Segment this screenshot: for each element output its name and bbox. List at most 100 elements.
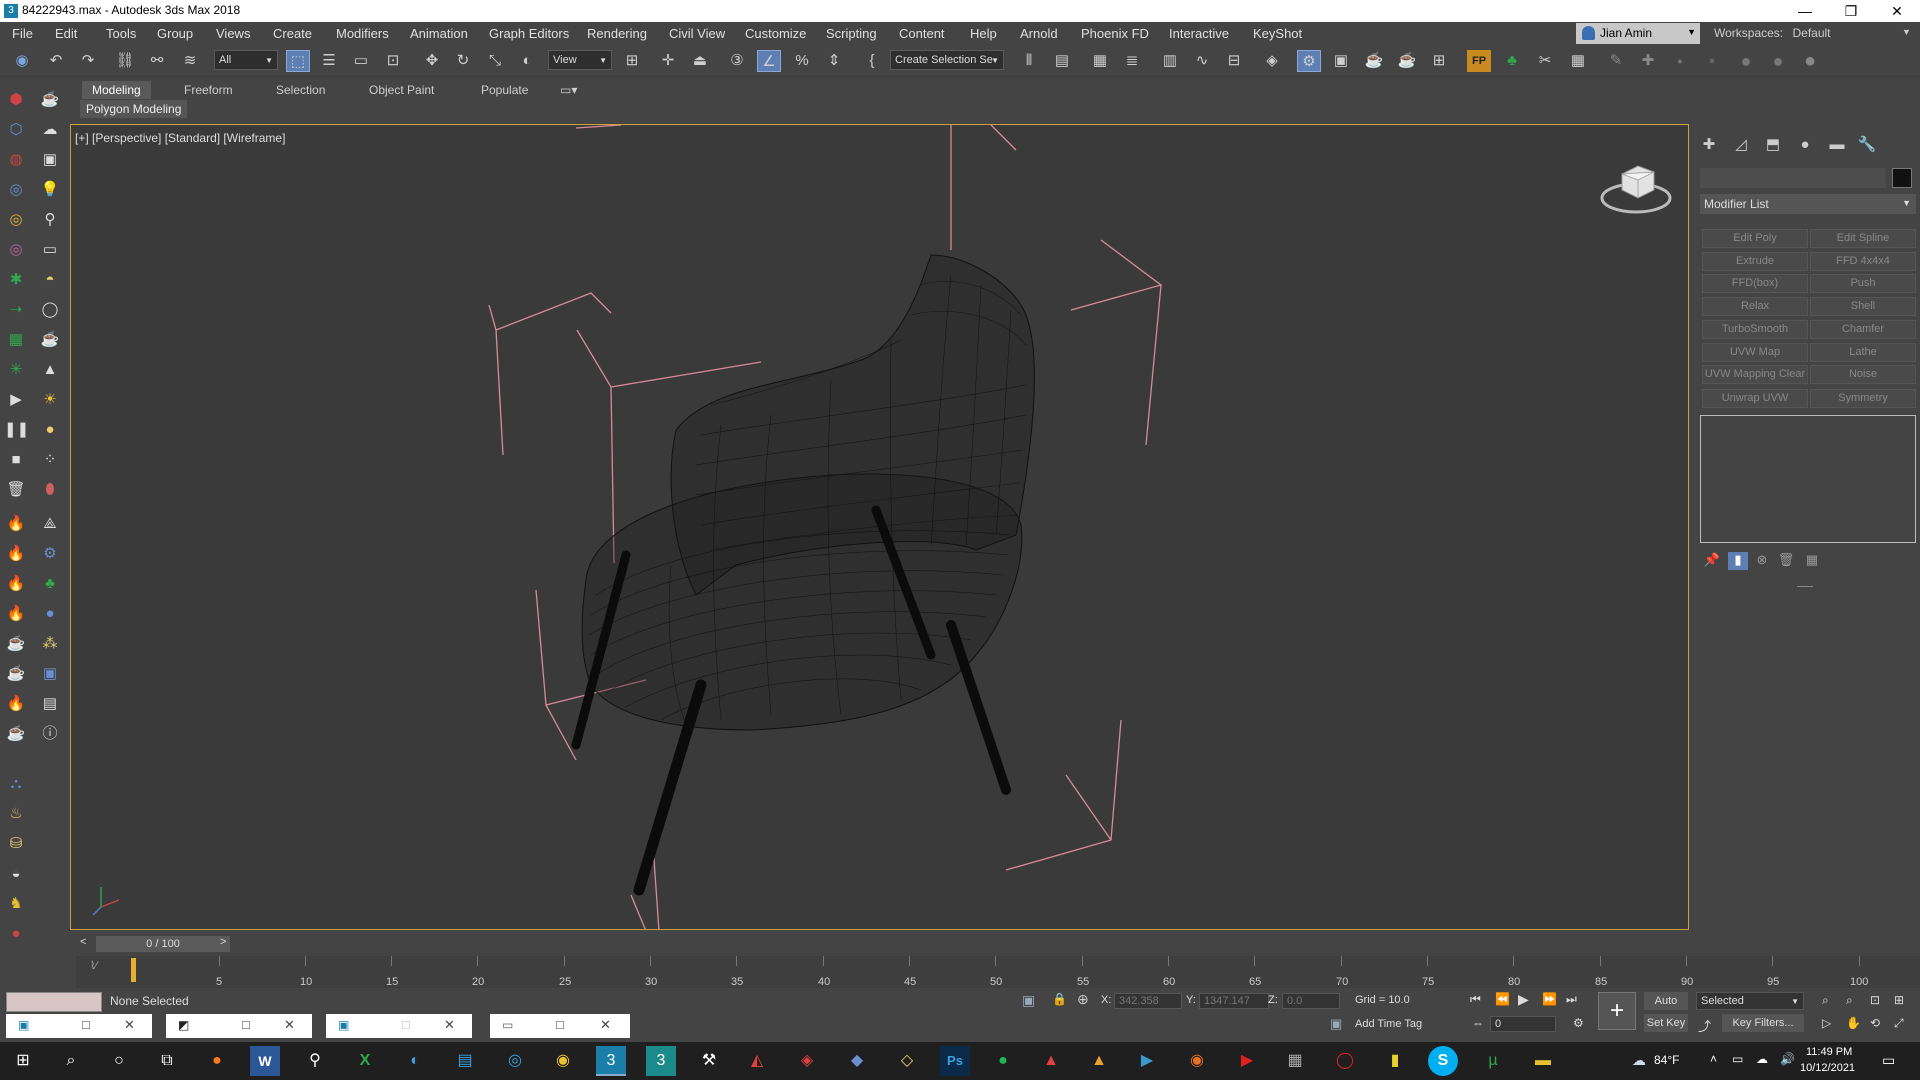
bulb-icon[interactable]: 💡	[38, 178, 62, 202]
help-icon[interactable]: ⓘ	[38, 722, 62, 746]
menu-views[interactable]: Views	[216, 26, 250, 41]
minimized-window-2[interactable]: ◩ □ ✕	[166, 1014, 312, 1038]
dot-icon[interactable]: ●	[1668, 50, 1692, 72]
menu-graph-editors[interactable]: Graph Editors	[489, 26, 569, 41]
photoshop-icon[interactable]: Ps	[940, 1046, 970, 1076]
named-selection-set-dropdown[interactable]: Create Selection Se ▼	[890, 50, 1004, 70]
onedrive-icon[interactable]: ☁	[1756, 1052, 1768, 1066]
maximize-viewport-icon[interactable]: ⤢	[1894, 1016, 1904, 1031]
helpers-icon[interactable]: ◎	[4, 208, 28, 232]
app-icon[interactable]: ◇	[892, 1046, 922, 1076]
tab-freeform[interactable]: Freeform	[174, 81, 243, 99]
teapot-icon[interactable]: ☕	[4, 722, 28, 746]
modifier-relax-button[interactable]: Relax	[1702, 297, 1808, 316]
modifier-list-dropdown[interactable]: Modifier List ▼	[1700, 194, 1916, 214]
lights-icon[interactable]: ◎	[4, 178, 28, 202]
weather-icon[interactable]: ☁	[1632, 1052, 1646, 1069]
modifier-lathe-button[interactable]: Lathe	[1810, 343, 1916, 362]
make-unique-icon[interactable]: ⊗	[1752, 552, 1772, 570]
network-icon[interactable]: ▭	[1732, 1052, 1743, 1066]
teapot-icon[interactable]: ☕	[4, 662, 28, 686]
zoom-extents-icon[interactable]: ⊡	[1870, 993, 1880, 1007]
menu-customize[interactable]: Customize	[745, 26, 806, 41]
gold-sphere-icon[interactable]: ●	[38, 418, 62, 442]
select-scale-icon[interactable]: ⤡	[483, 50, 507, 72]
modifier-extrude-button[interactable]: Extrude	[1702, 252, 1808, 271]
search-app-icon[interactable]: ⚲	[300, 1046, 330, 1076]
calculator-icon[interactable]: ▦	[1566, 50, 1590, 72]
remove-modifier-icon[interactable]: 🗑	[1776, 552, 1796, 570]
edit-named-selection-icon[interactable]: {	[860, 50, 884, 72]
default-tangent-icon[interactable]: ⤴	[1698, 1016, 1711, 1035]
cone-icon[interactable]: ▲	[38, 358, 62, 382]
toggle-ribbon-icon[interactable]: ▥	[1158, 50, 1182, 72]
acrobat-icon[interactable]: ◭	[742, 1046, 772, 1076]
sphere-small-icon[interactable]: ●	[1700, 50, 1724, 72]
grid-icon[interactable]: ▦	[4, 328, 28, 352]
modifier-uvw-map-button[interactable]: UVW Map	[1702, 343, 1808, 362]
play-icon[interactable]: ▶	[4, 388, 28, 412]
pin-stack-icon[interactable]: 📌	[1702, 552, 1722, 570]
teapot-icon[interactable]: ☕	[38, 88, 62, 112]
perspective-viewport[interactable]: [+] [Perspective] [Standard] [Wireframe]	[70, 124, 1689, 930]
modifier-edit-poly-button[interactable]: Edit Poly	[1702, 229, 1808, 248]
restore-icon[interactable]: □	[242, 1017, 250, 1032]
qr-icon[interactable]: ◉	[10, 50, 34, 72]
3ds-max-2-icon[interactable]: 3	[646, 1046, 676, 1076]
time-config-arrows-icon[interactable]: ⇔	[1472, 1016, 1484, 1030]
menu-tools[interactable]: Tools	[106, 26, 136, 41]
menu-animation[interactable]: Animation	[410, 26, 468, 41]
particles-icon[interactable]: ⁘	[38, 448, 62, 472]
clock-date[interactable]: 10/12/2021	[1800, 1062, 1855, 1074]
select-by-name-icon[interactable]: ☰	[317, 50, 341, 72]
curve-editor-mini-icon[interactable]: ⌇∕	[90, 959, 97, 972]
tools-icon[interactable]: ✂	[1533, 50, 1557, 72]
spotify-icon[interactable]: ●	[988, 1046, 1018, 1076]
motion-tab-icon[interactable]: ●	[1794, 134, 1816, 156]
curve-editor-icon[interactable]: ∿	[1190, 50, 1214, 72]
spinner-snap-icon[interactable]: ⇕	[822, 50, 846, 72]
polygon-modeling-panel[interactable]: Polygon Modeling	[80, 100, 188, 118]
restore-icon[interactable]: □	[82, 1017, 90, 1032]
fire-icon[interactable]: 🔥	[4, 602, 28, 626]
create-tab-icon[interactable]: ✚	[1698, 134, 1720, 156]
bowl-icon[interactable]: ◒	[4, 862, 28, 886]
volume-icon[interactable]: 🔊	[1780, 1052, 1795, 1066]
configure-modifier-sets-icon[interactable]: ▦	[1802, 552, 1822, 570]
scatter-icon[interactable]: ⛬	[4, 772, 28, 796]
create-geometry-icon[interactable]: ⬢	[4, 88, 28, 112]
plant-icon[interactable]: ♣	[38, 572, 62, 596]
capsule-icon[interactable]: ⬮	[38, 478, 62, 502]
modifier-chamfer-button[interactable]: Chamfer	[1810, 320, 1916, 339]
link-icon[interactable]: ⛓	[113, 50, 137, 72]
modifier-ffd-box-button[interactable]: FFD(box)	[1702, 274, 1808, 293]
plane-icon[interactable]: ▭	[38, 238, 62, 262]
go-to-start-icon[interactable]: ⏮	[1470, 992, 1481, 1007]
menu-keyshot[interactable]: KeyShot	[1253, 26, 1302, 41]
3ds-max-icon[interactable]: 3	[596, 1046, 626, 1076]
modifier-shell-button[interactable]: Shell	[1810, 297, 1916, 316]
modifier-uvw-mapping-clear-button[interactable]: UVW Mapping Clear	[1702, 365, 1808, 384]
tab-selection[interactable]: Selection	[266, 81, 335, 99]
teapot-icon[interactable]: ☕	[4, 632, 28, 656]
close-icon[interactable]: ✕	[600, 1017, 611, 1033]
key-filters-button[interactable]: Key Filters...	[1722, 1014, 1804, 1032]
minimized-window-4[interactable]: ▭ □ ✕	[490, 1014, 630, 1038]
undo-icon[interactable]: ↶	[44, 50, 68, 72]
menu-group[interactable]: Group	[157, 26, 193, 41]
blender-icon[interactable]: ◉	[1182, 1046, 1212, 1076]
app-icon[interactable]: ▲	[1036, 1046, 1066, 1076]
time-marker[interactable]	[131, 958, 136, 982]
layer-explorer-icon[interactable]: ≣	[1120, 50, 1144, 72]
sphere-icon[interactable]: ●	[38, 602, 62, 626]
restore-button[interactable]: ❐	[1828, 0, 1874, 22]
minimized-window-3[interactable]: ▣ □ ✕	[326, 1014, 472, 1038]
modifier-unwrap-uvw-button[interactable]: Unwrap UVW	[1702, 389, 1808, 408]
search-icon[interactable]: ⌕	[56, 1046, 86, 1076]
stop-icon[interactable]: ■	[4, 448, 28, 472]
time-configuration-icon[interactable]: ⚙	[1573, 1016, 1584, 1030]
set-key-button[interactable]: Set Key	[1644, 1014, 1688, 1032]
app-icon[interactable]: ◆	[842, 1046, 872, 1076]
cloud-icon[interactable]: ☁	[38, 118, 62, 142]
trackbar[interactable]: ⌇∕ 5 10 15 20 25 30 35 40 45 50 55 60 65…	[76, 956, 1920, 988]
